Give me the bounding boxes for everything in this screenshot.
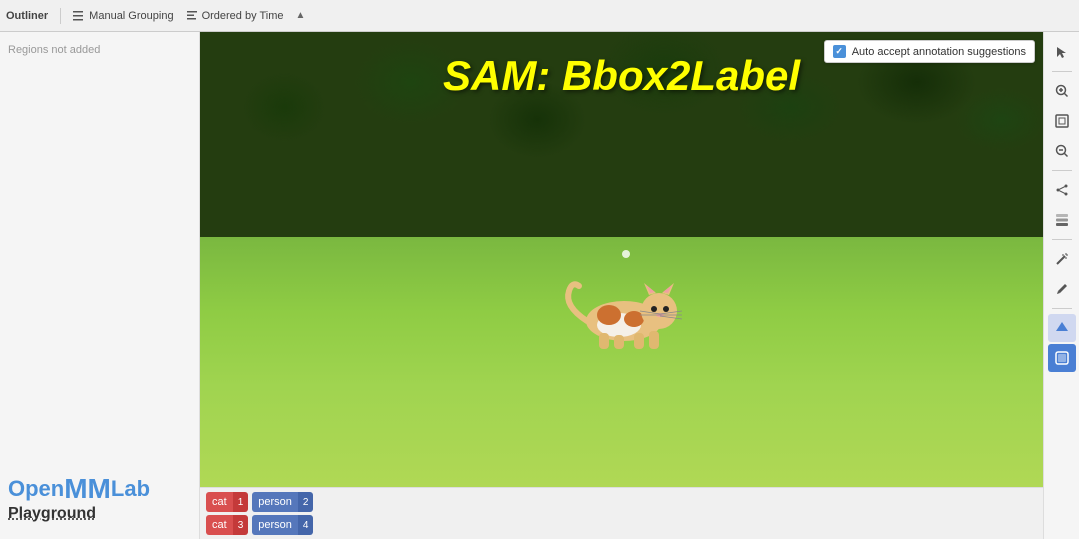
auto-accept-checkbox[interactable] bbox=[833, 45, 846, 58]
canvas-title: SAM: Bbox2Label bbox=[443, 52, 800, 100]
separator-2 bbox=[1052, 170, 1072, 171]
zoom-out-btn[interactable] bbox=[1048, 137, 1076, 165]
ordered-by-label: Ordered by Time bbox=[202, 10, 284, 22]
cursor-icon bbox=[1055, 45, 1069, 59]
canvas-area: SAM: Bbox2Label Auto accept annotation s… bbox=[200, 32, 1043, 539]
tag-row-2: cat 3 person 4 bbox=[206, 515, 1037, 535]
top-bar: Outliner Manual Grouping Ordered by Time… bbox=[0, 0, 1079, 32]
logo-lab: Lab bbox=[111, 476, 150, 502]
zoom-fit-icon bbox=[1055, 114, 1069, 128]
regions-empty-label: Regions not added bbox=[8, 40, 191, 60]
logo-area: Open MM Lab Playground bbox=[8, 467, 191, 531]
zoom-in-btn[interactable] bbox=[1048, 77, 1076, 105]
share-icon bbox=[1055, 183, 1069, 197]
clock-icon bbox=[186, 10, 198, 22]
cat-tag-1-count: 1 bbox=[233, 492, 249, 512]
logo-playground: Playground bbox=[8, 505, 96, 523]
separator-4 bbox=[1052, 308, 1072, 309]
zoom-in-icon bbox=[1055, 84, 1069, 98]
cat-tag-2-label: cat bbox=[206, 515, 233, 535]
cat-tag-1-label: cat bbox=[206, 492, 233, 512]
manual-grouping-label: Manual Grouping bbox=[89, 10, 173, 22]
person-tag-1[interactable]: person 2 bbox=[252, 492, 313, 512]
brush-icon bbox=[1055, 282, 1069, 296]
auto-accept-bar[interactable]: Auto accept annotation suggestions bbox=[824, 40, 1035, 63]
separator-1 bbox=[1052, 71, 1072, 72]
top-bar-divider bbox=[60, 8, 61, 24]
zoom-fit-btn[interactable] bbox=[1048, 107, 1076, 135]
image-container[interactable]: SAM: Bbox2Label Auto accept annotation s… bbox=[200, 32, 1043, 487]
layers-btn[interactable] bbox=[1048, 206, 1076, 234]
separator-3 bbox=[1052, 239, 1072, 240]
magic-wand-btn[interactable] bbox=[1048, 245, 1076, 273]
logo-mm: MM bbox=[64, 475, 111, 503]
person-tag-2-count: 4 bbox=[298, 515, 314, 535]
annotation-tags: cat 1 person 2 cat 3 person 4 bbox=[200, 487, 1043, 539]
tag-row-1: cat 1 person 2 bbox=[206, 492, 1037, 512]
color-picker-icon bbox=[1055, 321, 1069, 335]
left-sidebar: Regions not added Open MM Lab Playground bbox=[0, 32, 200, 539]
brush-btn[interactable] bbox=[1048, 275, 1076, 303]
person-tag-2[interactable]: person 4 bbox=[252, 515, 313, 535]
person-tag-2-label: person bbox=[252, 515, 298, 535]
share-btn[interactable] bbox=[1048, 176, 1076, 204]
main-layout: Regions not added Open MM Lab Playground bbox=[0, 32, 1079, 539]
outliner-title: Outliner bbox=[6, 10, 48, 22]
cat-svg bbox=[554, 271, 694, 351]
auto-accept-label: Auto accept annotation suggestions bbox=[852, 46, 1026, 58]
person-tag-1-label: person bbox=[252, 492, 298, 512]
magic-wand-icon bbox=[1055, 252, 1069, 266]
person-tag-1-count: 2 bbox=[298, 492, 314, 512]
layers-icon bbox=[1055, 213, 1069, 227]
cat-tag-1[interactable]: cat 1 bbox=[206, 492, 248, 512]
region-tool-icon bbox=[1055, 351, 1069, 365]
logo-text: Open MM Lab bbox=[8, 475, 150, 503]
cursor-tool-btn[interactable] bbox=[1048, 38, 1076, 66]
cat-scene: SAM: Bbox2Label bbox=[200, 32, 1043, 487]
ordered-by-item[interactable]: Ordered by Time bbox=[186, 10, 284, 22]
color-picker-btn[interactable] bbox=[1048, 314, 1076, 342]
manual-grouping-item[interactable]: Manual Grouping bbox=[73, 10, 173, 22]
list-icon bbox=[73, 10, 85, 22]
cat-tag-2-count: 3 bbox=[233, 515, 249, 535]
sort-arrow[interactable]: ▲ bbox=[295, 10, 305, 21]
region-tool-btn[interactable] bbox=[1048, 344, 1076, 372]
right-toolbar bbox=[1043, 32, 1079, 539]
logo-open: Open bbox=[8, 476, 64, 502]
zoom-out-icon bbox=[1055, 144, 1069, 158]
cat-tag-2[interactable]: cat 3 bbox=[206, 515, 248, 535]
